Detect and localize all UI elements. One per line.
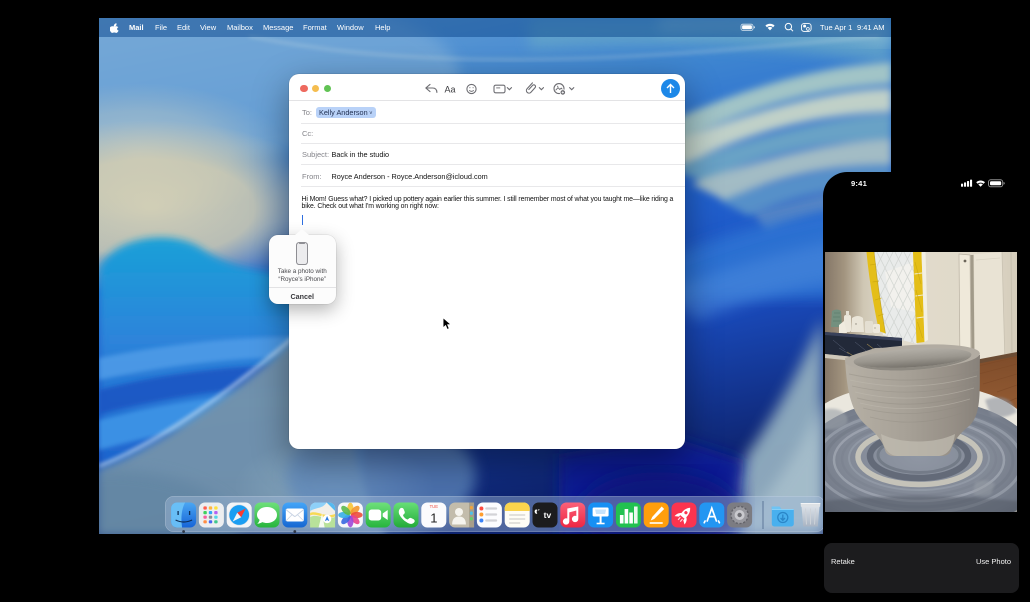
svg-text:TUE: TUE	[430, 504, 439, 509]
svg-text:tv: tv	[544, 510, 552, 520]
svg-text:1: 1	[430, 511, 437, 526]
svg-text:Aa: Aa	[445, 84, 456, 94]
